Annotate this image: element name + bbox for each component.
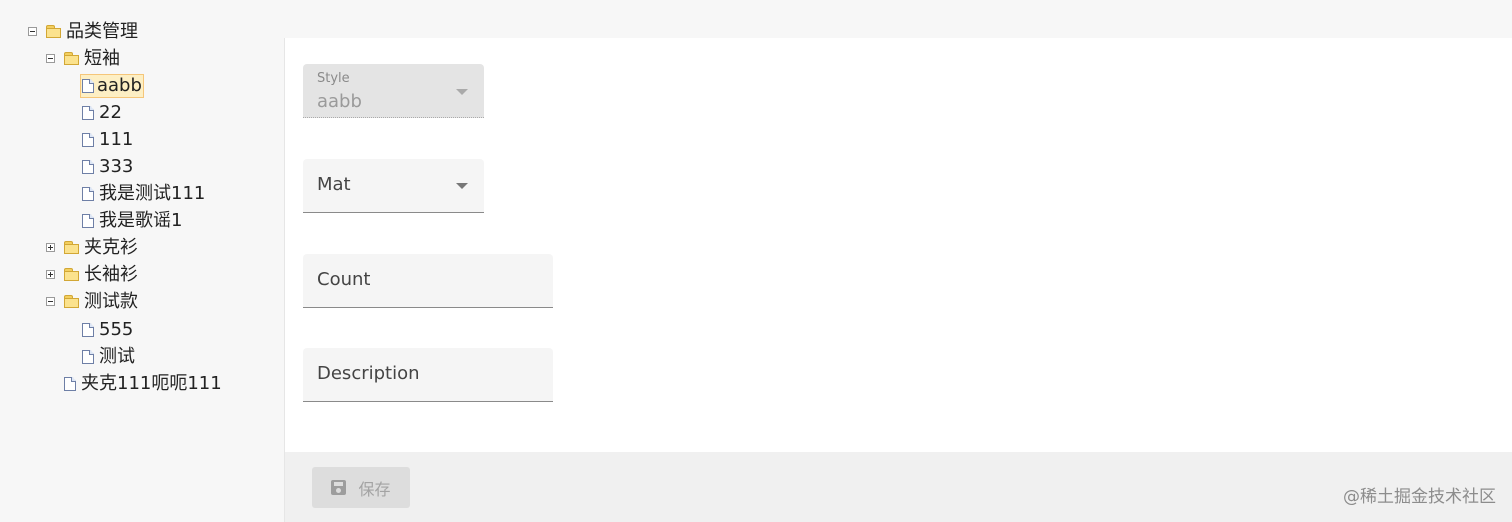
collapse-toggle-test-style[interactable] [46,297,55,306]
tree-leaf[interactable]: 夹克111呃呃111 [64,372,224,396]
dropdown-arrow-icon[interactable] [456,183,468,189]
file-icon [82,187,94,201]
count-input[interactable]: Count [303,254,553,308]
tree-leaf[interactable]: 333 [82,155,135,179]
tree-leaf[interactable]: 我是测试111 [82,182,207,206]
tree-leaf[interactable]: 我是歌谣1 [82,209,184,233]
tree-leaf-text: aabb [97,75,142,96]
folder-closed-icon [64,268,79,282]
tree-leaf[interactable]: 111 [82,128,135,152]
save-button-label: 保存 [358,479,391,499]
tree-node-label[interactable]: 长袖衫 [82,263,140,287]
file-icon [82,214,94,228]
mat-select-placeholder: Mat [317,174,351,195]
description-input[interactable]: Description [303,348,553,402]
tree-node-jacket[interactable]: 夹克衫 [64,236,140,260]
description-input-placeholder: Description [317,363,420,384]
expand-toggle-long-sleeve[interactable] [46,270,55,279]
tree-leaf-label[interactable]: 333 [97,155,135,179]
style-select-value: aabb [317,91,362,112]
count-input-placeholder: Count [317,269,371,290]
tree-leaf[interactable]: 555 [82,318,135,342]
style-select: Style aabb [303,64,484,118]
file-icon [82,350,94,364]
tree-node-test-style[interactable]: 测试款 [64,290,140,314]
tree-leaf[interactable]: 22 [82,101,124,125]
collapse-toggle-short-sleeve[interactable] [46,54,55,63]
folder-open-icon [64,52,79,66]
expand-toggle-jacket[interactable] [46,243,55,252]
tree-leaf-label[interactable]: 111 [97,128,135,152]
tree-node-label[interactable]: 测试款 [82,290,140,314]
folder-open-icon [64,295,79,309]
watermark: @稀土掘金技术社区 [1343,487,1496,507]
floppy-disk-icon [331,480,347,495]
tree-node-short-sleeve[interactable]: 短袖 [64,47,122,71]
file-icon [64,377,76,391]
tree-node-label[interactable]: 短袖 [82,47,122,71]
file-icon [82,160,94,174]
save-button[interactable]: 保存 [312,467,410,508]
form-footer: 保存 [285,452,1512,522]
tree-leaf-label[interactable]: 22 [97,101,124,125]
tree-leaf-label[interactable]: 555 [97,318,135,342]
file-icon [82,133,94,147]
collapse-toggle-root[interactable] [28,27,37,36]
tree-leaf[interactable]: 测试 [82,345,137,369]
file-icon [82,79,94,93]
style-select-label: Style [317,71,350,86]
folder-open-icon [46,25,61,39]
mat-select[interactable]: Mat [303,159,484,213]
category-tree: 品类管理 短袖 aabb 22 111 333 我是测试111 我是歌谣1 夹克… [0,0,284,522]
dropdown-arrow-icon [456,89,468,95]
tree-leaf-label[interactable]: 我是歌谣1 [97,209,184,233]
folder-closed-icon [64,241,79,255]
tree-leaf-label[interactable]: 我是测试111 [97,182,207,206]
tree-node-label[interactable]: 夹克衫 [82,236,140,260]
tree-leaf-label-selected[interactable]: aabb [80,74,144,98]
tree-node-label[interactable]: 品类管理 [64,20,140,44]
tree-leaf-label[interactable]: 夹克111呃呃111 [79,372,224,396]
file-icon [82,106,94,120]
tree-node-long-sleeve[interactable]: 长袖衫 [64,263,140,287]
form-panel: Style aabb Mat Count Description [285,38,1512,452]
file-icon [82,323,94,337]
tree-leaf-label[interactable]: 测试 [97,345,137,369]
tree-node-root[interactable]: 品类管理 [46,20,140,44]
tree-leaf[interactable]: aabb [80,74,144,98]
